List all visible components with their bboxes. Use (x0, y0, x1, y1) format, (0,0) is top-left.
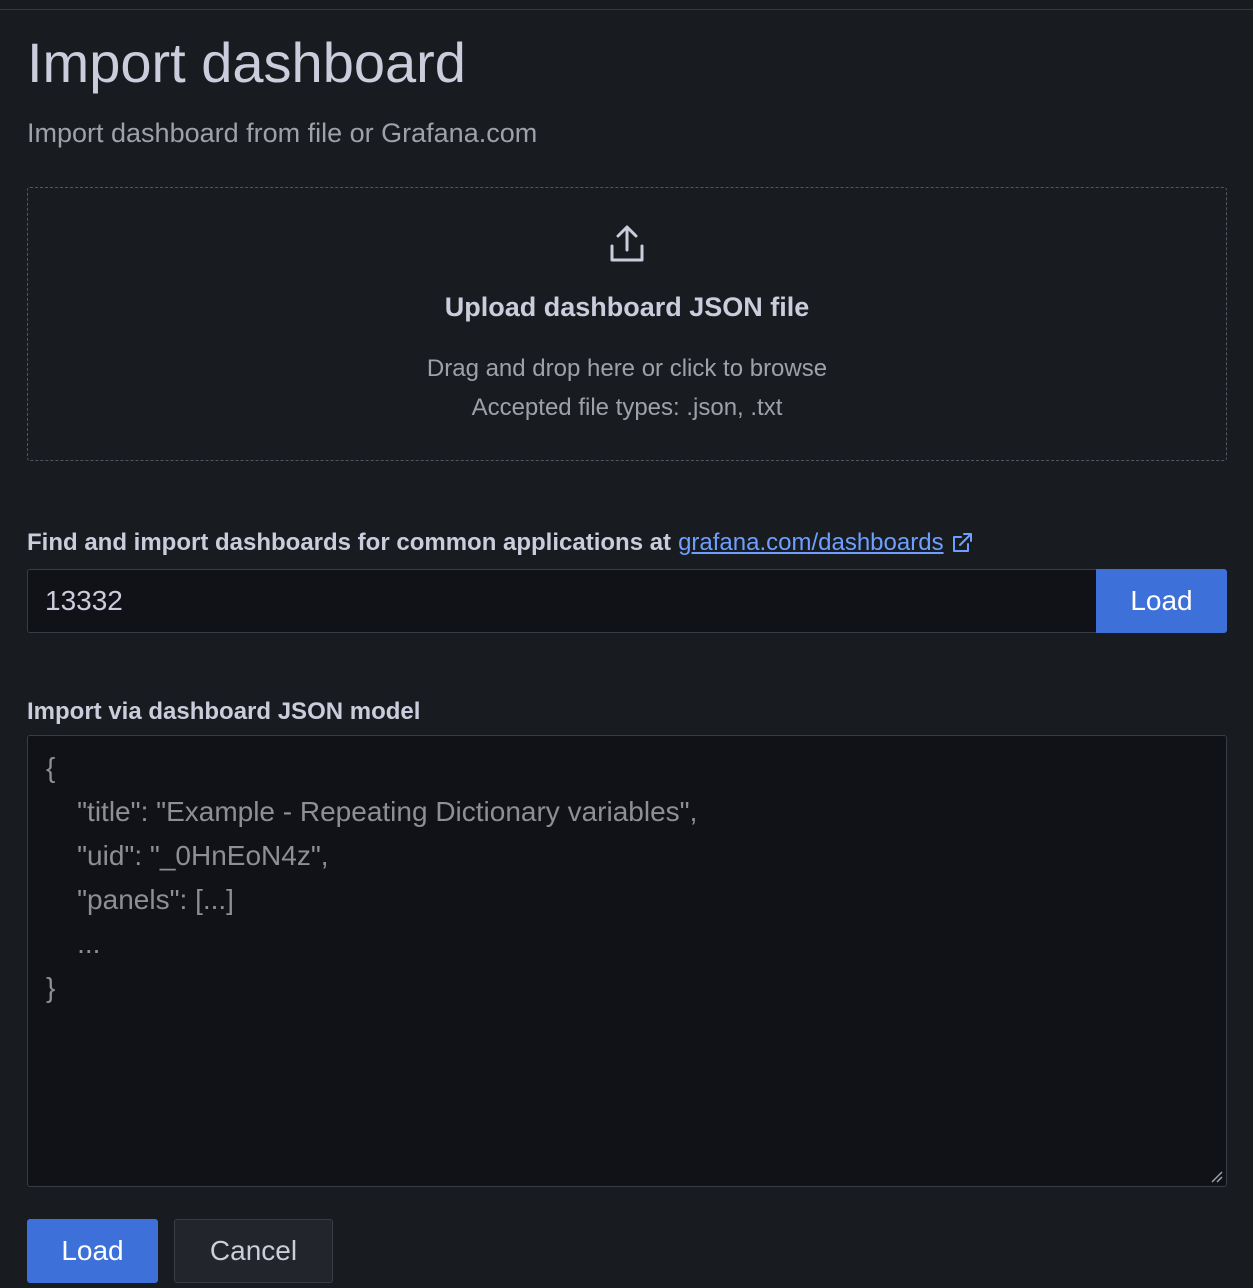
external-link-icon[interactable] (951, 532, 973, 554)
cancel-button[interactable]: Cancel (174, 1219, 333, 1283)
upload-hint: Drag and drop here or click to browse (426, 355, 828, 382)
load-id-button[interactable]: Load (1096, 569, 1227, 633)
grafana-com-link[interactable]: grafana.com/dashboards (678, 528, 944, 558)
load-button[interactable]: Load (27, 1219, 158, 1283)
json-model-placeholder: { "title": "Example - Repeating Dictiona… (46, 752, 698, 1003)
accepted-file-types: Accepted file types: .json, .txt (471, 394, 783, 421)
grafana-dashboard-id-input[interactable] (27, 569, 1097, 633)
top-divider (0, 0, 1253, 10)
page-subtitle: Import dashboard from file or Grafana.co… (27, 118, 538, 148)
grafana-com-label-text: Find and import dashboards for common ap… (27, 529, 672, 556)
upload-icon (610, 225, 644, 262)
grafana-com-label: Find and import dashboards for common ap… (27, 528, 973, 558)
page-title: Import dashboard (27, 31, 466, 94)
json-model-textarea[interactable]: { "title": "Example - Repeating Dictiona… (27, 735, 1227, 1187)
json-model-label: Import via dashboard JSON model (27, 698, 421, 725)
upload-title: Upload dashboard JSON file (444, 292, 810, 322)
resize-handle-icon[interactable] (1209, 1169, 1223, 1183)
